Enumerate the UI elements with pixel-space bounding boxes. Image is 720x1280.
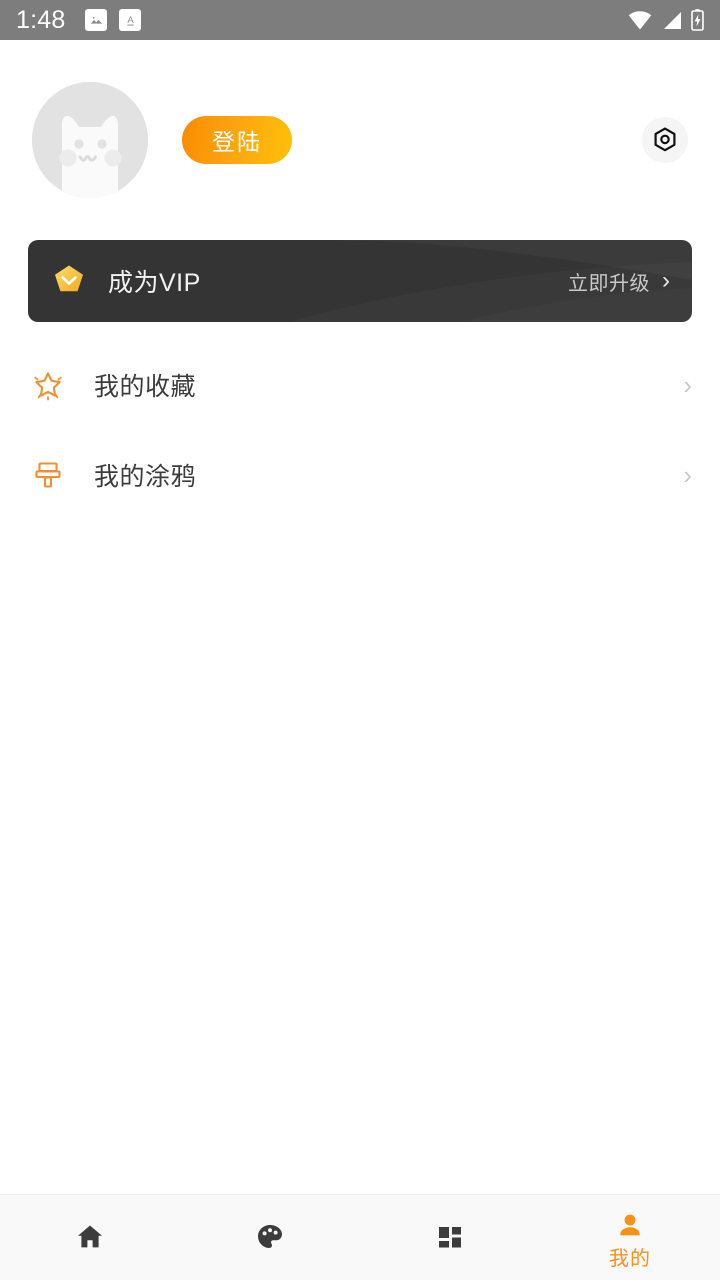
vip-banner[interactable]: 成为VIP 立即升级 ›: [28, 240, 692, 322]
status-time: 1:48: [16, 5, 66, 34]
person-icon: [613, 1206, 647, 1246]
status-system-icons: [628, 9, 704, 31]
battery-charging-icon: [691, 9, 704, 31]
paint-brush-icon: [28, 455, 68, 495]
palette-icon: [253, 1217, 287, 1257]
nav-item-palette[interactable]: [180, 1195, 360, 1280]
settings-button[interactable]: [642, 117, 688, 163]
home-icon: [73, 1217, 107, 1257]
login-button[interactable]: 登陆: [182, 116, 292, 164]
vip-title: 成为VIP: [108, 269, 201, 297]
cellular-signal-icon: [661, 11, 682, 30]
cat-avatar-placeholder: [32, 82, 148, 198]
text-format-icon: A: [119, 9, 142, 31]
menu-item-label: 我的涂鸦: [94, 463, 197, 491]
nav-item-home[interactable]: [0, 1195, 180, 1280]
menu-list: 我的收藏 › 我的涂鸦 ›: [0, 340, 720, 520]
avatar[interactable]: [32, 82, 148, 198]
vip-upgrade-label[interactable]: 立即升级: [568, 267, 650, 296]
nav-item-grid[interactable]: [360, 1195, 540, 1280]
vip-banner-wrapper: 成为VIP 立即升级 ›: [0, 240, 720, 322]
menu-item-label: 我的收藏: [94, 373, 197, 401]
chevron-right-icon: ›: [683, 460, 692, 490]
wifi-icon: [628, 10, 652, 30]
menu-item-favorites[interactable]: 我的收藏 ›: [0, 340, 720, 430]
chevron-right-icon: ›: [662, 267, 670, 294]
status-bar: 1:48 A: [0, 0, 720, 40]
menu-item-doodles[interactable]: 我的涂鸦 ›: [0, 430, 720, 520]
app-screen: 1:48 A 登陆 成为VIP 立即升级 › 我的收藏 › 我的涂鸦 › 我的: [0, 0, 720, 1280]
status-notification-icons: A: [85, 9, 142, 31]
chevron-right-icon: ›: [683, 370, 692, 400]
nav-item-label: 我的: [609, 1247, 651, 1270]
nav-item-profile[interactable]: 我的: [540, 1195, 720, 1280]
bottom-navigation-bar: 我的: [0, 1194, 720, 1280]
grid-dashboard-icon: [433, 1217, 467, 1257]
hex-nut-settings-icon: [654, 127, 676, 152]
profile-header: 登陆: [0, 40, 720, 240]
svg-text:A: A: [127, 15, 134, 25]
vip-diamond-badge-icon: [50, 262, 88, 300]
image-icon: [85, 9, 108, 31]
star-outline-icon: [28, 365, 68, 405]
